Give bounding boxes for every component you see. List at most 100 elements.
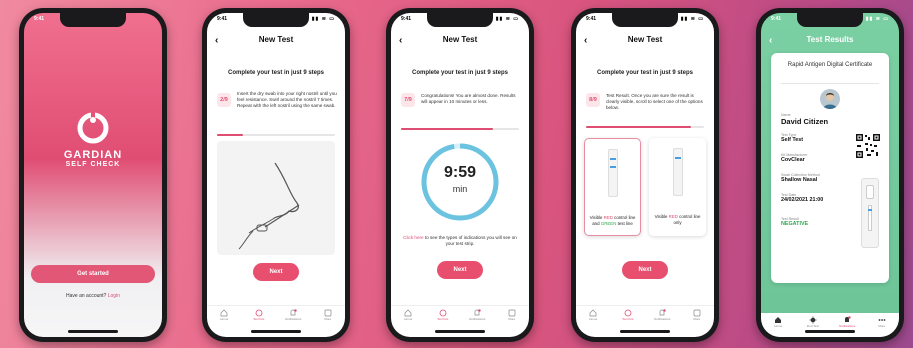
tab-home[interactable]: Home bbox=[581, 309, 605, 327]
tab-notifications[interactable]: Notifications bbox=[650, 309, 674, 327]
more-icon bbox=[508, 309, 516, 317]
home-indicator[interactable] bbox=[805, 330, 855, 333]
gardian-logo-icon bbox=[77, 112, 109, 144]
timer-ring bbox=[421, 143, 499, 221]
screen-header: ‹ Test Results bbox=[761, 35, 899, 51]
option-caption: Visible RED control line only bbox=[652, 214, 703, 225]
home-indicator[interactable] bbox=[68, 330, 118, 333]
nasal-swab-illustration bbox=[217, 141, 335, 255]
bell-icon bbox=[659, 309, 666, 316]
tab-find-test[interactable]: Find Test bbox=[801, 316, 825, 337]
more-icon bbox=[324, 309, 332, 317]
caption-red: RED bbox=[603, 215, 613, 220]
caption-text: test line bbox=[616, 220, 633, 226]
get-started-button[interactable]: Get started bbox=[31, 265, 155, 283]
notch bbox=[427, 13, 493, 27]
home-indicator[interactable] bbox=[435, 330, 485, 333]
back-arrow-icon[interactable]: ‹ bbox=[584, 35, 587, 46]
option-caption: Visible RED control line and GREEN test … bbox=[588, 215, 637, 226]
tab-more[interactable]: More bbox=[500, 309, 524, 327]
tab-more[interactable]: More bbox=[685, 309, 709, 327]
strip-hint-link[interactable]: Click here bbox=[403, 235, 423, 240]
control-line bbox=[674, 157, 681, 159]
tab-label: Test Kits bbox=[437, 317, 449, 321]
kit-value: CovClear bbox=[781, 157, 805, 163]
steps-heading: Complete your test in just 9 steps bbox=[227, 70, 325, 76]
method-value: Shallow Nasal bbox=[781, 177, 818, 183]
tab-label: Home bbox=[774, 324, 783, 328]
result-field: Test Result NEGATIVE bbox=[781, 217, 851, 227]
next-button[interactable]: Next bbox=[253, 263, 299, 281]
screen-header: ‹ New Test bbox=[391, 35, 529, 51]
tab-home[interactable]: Home bbox=[212, 309, 236, 327]
bell-icon bbox=[845, 316, 851, 322]
digital-certificate: Rapid Antigen Digital Certificate Name D… bbox=[771, 53, 889, 283]
name-field: Name David Citizen bbox=[781, 113, 851, 126]
certificate-title: Rapid Antigen Digital Certificate bbox=[787, 62, 873, 68]
tab-home[interactable]: Home bbox=[766, 316, 790, 337]
result-option-negative[interactable]: Visible RED control line only bbox=[649, 138, 706, 236]
screen-title: Test Results bbox=[806, 35, 854, 44]
tab-label: Notifications bbox=[469, 317, 486, 321]
tab-label: Home bbox=[220, 317, 229, 321]
back-arrow-icon[interactable]: ‹ bbox=[215, 35, 218, 46]
tab-test-kits[interactable]: Test Kits bbox=[616, 309, 640, 327]
qr-code-icon[interactable] bbox=[855, 133, 881, 159]
step-instructions: Test Result. Once you are sure the resul… bbox=[606, 93, 703, 110]
tab-notifications[interactable]: Notifications bbox=[281, 309, 305, 327]
status-icons: ▮▮ ≋ ▭ bbox=[495, 16, 519, 22]
test-strip-icon bbox=[607, 149, 618, 197]
login-link[interactable]: Login bbox=[108, 293, 120, 299]
tab-more[interactable]: More bbox=[870, 316, 894, 337]
step-number: 8 bbox=[589, 97, 593, 103]
phone-step-2: 9:41 ▮▮ ≋ ▭ ‹ New Test Complete your tes… bbox=[202, 8, 350, 342]
new-test-screen-step-7: 9:41 ▮▮ ≋ ▭ ‹ New Test Complete your tes… bbox=[391, 13, 529, 337]
test-type-value: Self Test bbox=[781, 137, 804, 143]
tab-notifications[interactable]: Notifications bbox=[835, 316, 859, 337]
phone-step-7: 9:41 ▮▮ ≋ ▭ ‹ New Test Complete your tes… bbox=[386, 8, 534, 342]
step-progress-fill bbox=[217, 134, 243, 136]
strip-hint-text: to see the types of indications you will… bbox=[423, 235, 517, 246]
brand-subtitle: SELF CHECK bbox=[65, 161, 121, 168]
tab-bar: Home Find Test Notifications More bbox=[761, 313, 899, 337]
tab-label: Test Kits bbox=[622, 317, 634, 321]
caption-green: GREEN bbox=[600, 220, 617, 226]
step-total: 9 bbox=[593, 97, 597, 103]
step-progress-bar bbox=[401, 128, 519, 130]
strip-hint: Click here to see the types of indicatio… bbox=[401, 235, 519, 247]
tab-home[interactable]: Home bbox=[396, 309, 420, 327]
tab-label: Test Kits bbox=[253, 317, 265, 321]
phone-step-8: 9:41 ▮▮ ≋ ▭ ‹ New Test Complete your tes… bbox=[571, 8, 719, 342]
tab-label: More bbox=[693, 317, 701, 321]
test-strip-icon bbox=[672, 148, 683, 196]
home-indicator[interactable] bbox=[620, 330, 670, 333]
next-button[interactable]: Next bbox=[622, 261, 668, 279]
tab-test-kits[interactable]: Test Kits bbox=[247, 309, 271, 327]
account-prompt-text: Have an account? bbox=[66, 293, 107, 299]
result-value: NEGATIVE bbox=[781, 221, 809, 227]
tab-more[interactable]: More bbox=[316, 309, 340, 327]
screen-title: New Test bbox=[442, 35, 478, 44]
test-kit-icon bbox=[624, 309, 632, 317]
swab-in-nose-icon bbox=[238, 162, 300, 250]
tab-label: Notifications bbox=[839, 324, 856, 328]
account-prompt: Have an account? Login bbox=[24, 293, 162, 299]
screen-title: New Test bbox=[627, 35, 663, 44]
date-field: Test Date 24/02/2021 21:00 bbox=[781, 193, 851, 203]
tab-label: Home bbox=[404, 317, 413, 321]
home-icon bbox=[589, 309, 597, 317]
caption-text: control line only bbox=[673, 214, 701, 225]
virus-icon bbox=[809, 316, 817, 324]
home-indicator[interactable] bbox=[251, 330, 301, 333]
next-button[interactable]: Next bbox=[437, 261, 483, 279]
home-icon bbox=[220, 309, 228, 317]
result-option-positive[interactable]: Visible RED control line and GREEN test … bbox=[584, 138, 641, 236]
tab-bar: Home Test Kits Notifications More bbox=[576, 305, 714, 327]
step-total: 9 bbox=[408, 97, 412, 103]
back-arrow-icon[interactable]: ‹ bbox=[399, 35, 402, 46]
back-arrow-icon[interactable]: ‹ bbox=[769, 35, 772, 46]
phone-splash: 9:41 GARDIAN SELF CHECK Get started Have… bbox=[19, 8, 167, 342]
caption-text: Visible bbox=[654, 214, 669, 219]
tab-test-kits[interactable]: Test Kits bbox=[431, 309, 455, 327]
tab-notifications[interactable]: Notifications bbox=[465, 309, 489, 327]
